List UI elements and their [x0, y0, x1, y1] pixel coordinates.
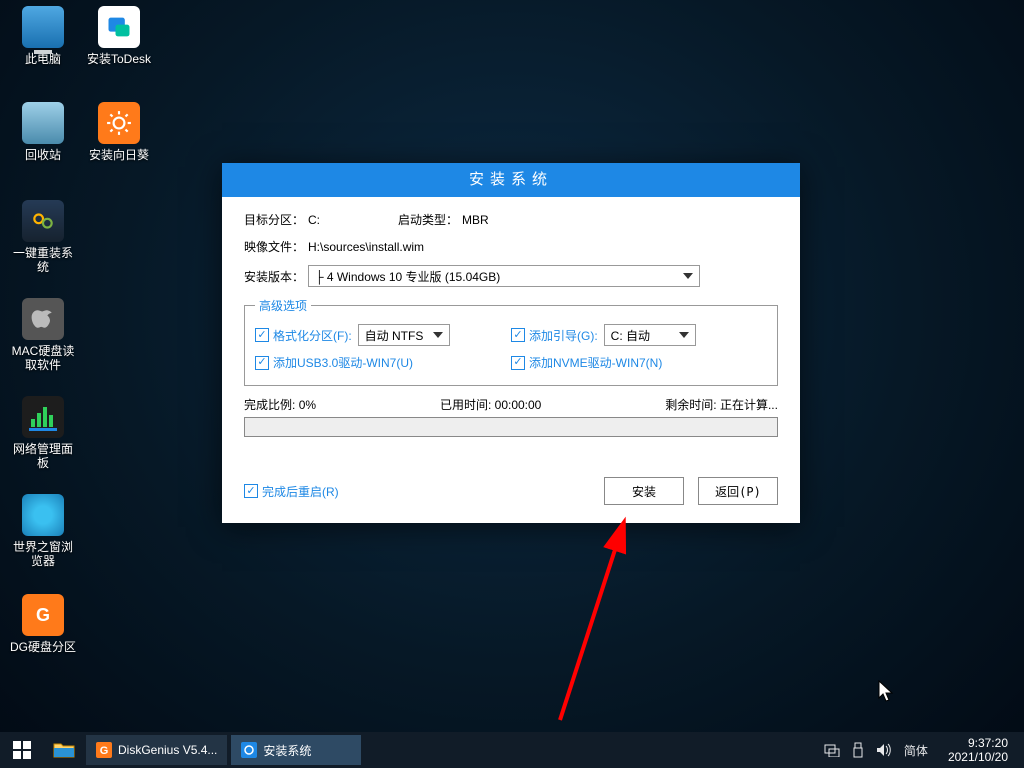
network-icon[interactable]	[824, 743, 840, 757]
install-system-dialog: 安装系统 目标分区： C: 启动类型： MBR 映像文件： H:\sources…	[222, 163, 800, 523]
taskbar-task-diskgenius[interactable]: G DiskGenius V5.4...	[86, 735, 227, 765]
desktop-icon-label: MAC硬盘读取软件	[8, 344, 78, 372]
install-button[interactable]: 安装	[604, 477, 684, 505]
desktop-icon-diskgenius[interactable]: GDG硬盘分区	[8, 594, 78, 654]
desktop-icon-label: 此电脑	[8, 52, 78, 66]
usb3-driver-label: 添加USB3.0驱动-WIN7(U)	[273, 354, 413, 371]
start-button[interactable]	[0, 732, 44, 768]
taskbar-pin-explorer[interactable]	[44, 732, 84, 768]
target-partition-value: C:	[308, 213, 320, 227]
boot-type-label: 启动类型：	[398, 211, 458, 228]
folder-icon	[53, 741, 75, 759]
format-partition-checkbox[interactable]: 格式化分区(F):	[255, 327, 352, 344]
advanced-options-legend: 高级选项	[255, 297, 311, 314]
desktop-icon-this-pc[interactable]: 此电脑	[8, 6, 78, 66]
desktop-icon-mac-disk[interactable]: MAC硬盘读取软件	[8, 298, 78, 372]
usb-icon[interactable]	[852, 742, 864, 758]
desktop-icon-theworld-browser[interactable]: 世界之窗浏览器	[8, 494, 78, 568]
check-icon	[255, 328, 269, 342]
add-boot-value: C: 自动	[611, 327, 650, 344]
install-version-label: 安装版本：	[244, 268, 304, 285]
taskbar: G DiskGenius V5.4... 安装系统 简体 9:37:20 202…	[0, 732, 1024, 768]
desktop-icon-reinstall[interactable]: 一键重装系统	[8, 200, 78, 274]
windows-icon	[13, 741, 31, 759]
progress-pct-label: 完成比例:	[244, 398, 295, 412]
format-fs-select[interactable]: 自动 NTFS	[358, 324, 450, 346]
system-tray: 简体 9:37:20 2021/10/20	[816, 732, 1024, 768]
desktop-icon-recycle-bin[interactable]: 回收站	[8, 102, 78, 162]
elapsed-value: 00:00:00	[495, 398, 542, 412]
reboot-after-label: 完成后重启(R)	[262, 483, 339, 500]
svg-text:G: G	[100, 745, 109, 757]
check-icon	[511, 328, 525, 342]
target-partition-label: 目标分区：	[244, 211, 304, 228]
advanced-options-fieldset: 高级选项 格式化分区(F): 自动 NTFS 添加引导(G):	[244, 297, 778, 386]
install-version-select[interactable]: ├ 4 Windows 10 专业版 (15.04GB)	[308, 265, 700, 287]
clock-date: 2021/10/20	[948, 750, 1008, 764]
usb3-driver-checkbox[interactable]: 添加USB3.0驱动-WIN7(U)	[255, 354, 413, 371]
desktop-icon-label: 世界之窗浏览器	[8, 540, 78, 568]
taskbar-clock[interactable]: 9:37:20 2021/10/20	[940, 736, 1016, 764]
format-partition-label: 格式化分区(F):	[273, 327, 352, 344]
clock-time: 9:37:20	[948, 736, 1008, 750]
install-icon	[241, 742, 257, 758]
desktop-icon-label: 安装向日葵	[84, 148, 154, 162]
image-file-value: H:\sources\install.wim	[308, 240, 424, 254]
desktop-icon-todesk[interactable]: 安装ToDesk	[84, 6, 154, 66]
reboot-after-checkbox[interactable]: 完成后重启(R)	[244, 483, 339, 500]
desktop-icon-label: 一键重装系统	[8, 246, 78, 274]
desktop-icon-network-panel[interactable]: 网络管理面板	[8, 396, 78, 470]
desktop-icon-sunlogin[interactable]: 安装向日葵	[84, 102, 154, 162]
check-icon	[511, 356, 525, 370]
back-button[interactable]: 返回(P)	[698, 477, 778, 505]
chevron-down-icon	[683, 273, 693, 279]
nvme-driver-label: 添加NVME驱动-WIN7(N)	[529, 354, 662, 371]
volume-icon[interactable]	[876, 743, 892, 757]
image-file-label: 映像文件：	[244, 238, 304, 255]
check-icon	[255, 356, 269, 370]
add-boot-checkbox[interactable]: 添加引导(G):	[511, 327, 598, 344]
add-boot-select[interactable]: C: 自动	[604, 324, 696, 346]
taskbar-task-label: DiskGenius V5.4...	[118, 743, 217, 757]
install-version-value: ├ 4 Windows 10 专业版 (15.04GB)	[315, 268, 500, 285]
nvme-driver-checkbox[interactable]: 添加NVME驱动-WIN7(N)	[511, 354, 662, 371]
boot-type-value: MBR	[462, 213, 489, 227]
ime-indicator[interactable]: 简体	[904, 742, 928, 759]
progress-pct-value: 0%	[299, 398, 316, 412]
chevron-down-icon	[679, 332, 689, 338]
add-boot-label: 添加引导(G):	[529, 327, 598, 344]
progress-bar	[244, 417, 778, 437]
desktop-icon-label: DG硬盘分区	[8, 640, 78, 654]
taskbar-task-label: 安装系统	[263, 742, 311, 759]
chevron-down-icon	[433, 332, 443, 338]
format-fs-value: 自动 NTFS	[365, 327, 424, 344]
remaining-label: 剩余时间:	[665, 398, 716, 412]
desktop-icon-label: 回收站	[8, 148, 78, 162]
check-icon	[244, 484, 258, 498]
elapsed-label: 已用时间:	[440, 398, 491, 412]
desktop-icon-label: 安装ToDesk	[84, 52, 154, 66]
dialog-title[interactable]: 安装系统	[222, 163, 800, 197]
diskgenius-icon: G	[96, 742, 112, 758]
remaining-value: 正在计算...	[720, 398, 778, 412]
desktop-icon-label: 网络管理面板	[8, 442, 78, 470]
taskbar-task-install-system[interactable]: 安装系统	[231, 735, 361, 765]
